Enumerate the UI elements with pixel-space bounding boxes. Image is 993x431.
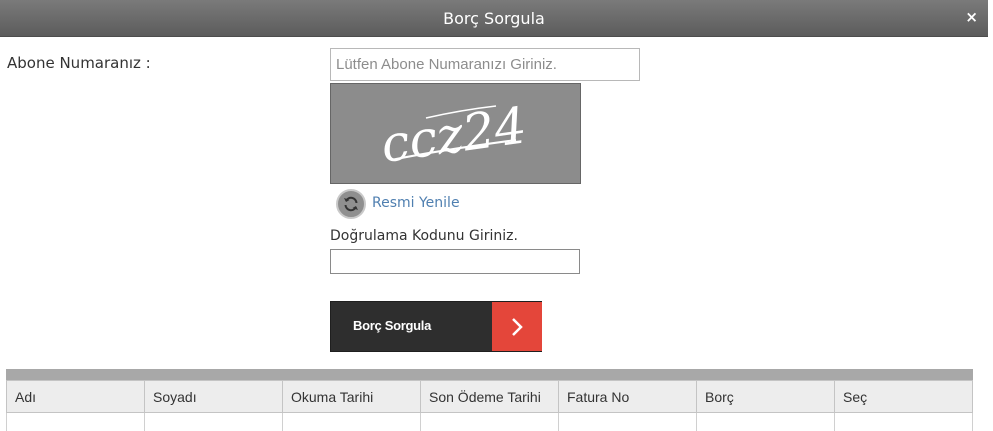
dialog-title: Borç Sorgula: [443, 9, 545, 28]
verification-code-label: Doğrulama Kodunu Giriniz.: [330, 228, 518, 244]
captcha-text: ccz24: [377, 96, 530, 174]
table-cell: [144, 412, 283, 431]
abone-number-input[interactable]: [330, 48, 640, 81]
table-empty-row: [6, 412, 973, 431]
column-header-fatura-no[interactable]: Fatura No: [558, 380, 697, 413]
column-header-soyadi[interactable]: Soyadı: [144, 380, 283, 413]
refresh-icon[interactable]: [336, 189, 366, 219]
page-edge: [988, 0, 993, 431]
borc-sorgula-button-label: Borç Sorgula: [353, 318, 432, 333]
column-header-borc[interactable]: Borç: [696, 380, 835, 413]
table-cell: [696, 412, 835, 431]
borc-sorgula-dialog: Borç Sorgula × Abone Numaranız : ccz24 R…: [0, 0, 988, 431]
captcha-image: ccz24: [330, 83, 581, 184]
borc-sorgula-button[interactable]: Borç Sorgula: [330, 301, 542, 352]
chevron-right-glyph: [512, 318, 523, 336]
table-cell: [558, 412, 697, 431]
table-cell: [282, 412, 421, 431]
table-cell: [420, 412, 559, 431]
column-header-okuma-tarihi[interactable]: Okuma Tarihi: [282, 380, 421, 413]
table-cell: [834, 412, 973, 431]
borc-table: Adı Soyadı Okuma Tarihi Son Ödeme Tarihi…: [6, 380, 973, 431]
chevron-right-icon: [492, 302, 542, 351]
column-header-sec[interactable]: Seç: [834, 380, 973, 413]
table-header-row: Adı Soyadı Okuma Tarihi Son Ödeme Tarihi…: [6, 380, 973, 413]
table-cell: [6, 412, 145, 431]
verification-code-input[interactable]: [330, 249, 580, 274]
column-header-son-odeme-tarihi[interactable]: Son Ödeme Tarihi: [420, 380, 559, 413]
dialog-titlebar: Borç Sorgula ×: [0, 0, 988, 37]
close-icon[interactable]: ×: [965, 8, 978, 26]
abone-number-label: Abone Numaranız :: [7, 54, 151, 72]
column-header-adi[interactable]: Adı: [6, 380, 145, 413]
refresh-glyph: [344, 196, 358, 212]
captcha-graphic: ccz24: [377, 96, 530, 174]
refresh-captcha-link[interactable]: Resmi Yenile: [372, 195, 460, 211]
table-header-bar: [6, 369, 973, 380]
